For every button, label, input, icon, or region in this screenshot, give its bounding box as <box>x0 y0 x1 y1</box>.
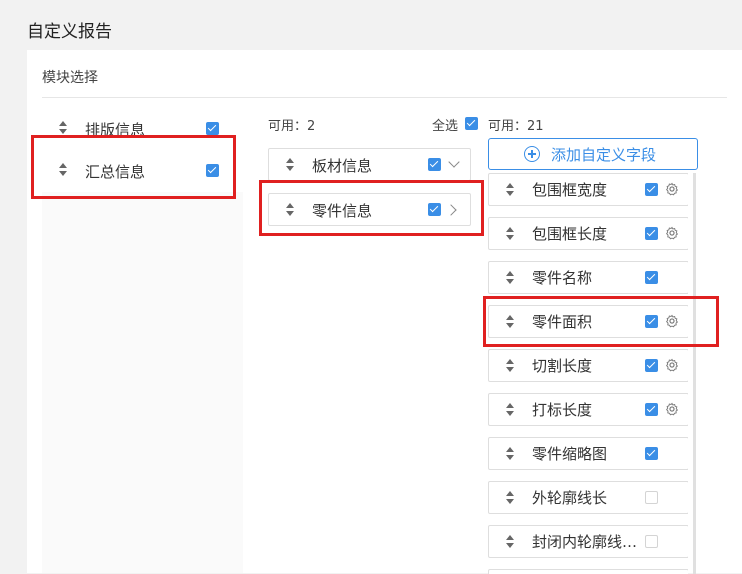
field-checkbox[interactable] <box>645 183 658 196</box>
gear-icon[interactable] <box>665 402 679 416</box>
field-checkbox[interactable] <box>645 491 658 504</box>
panel-title: 模块选择 <box>42 70 98 86</box>
field-checkbox[interactable] <box>645 535 658 548</box>
drag-handle-icon[interactable] <box>506 358 514 374</box>
field-item[interactable]: 零件名称 <box>488 261 688 294</box>
field-checkbox[interactable] <box>645 403 658 416</box>
fields-available-count: 可用：21 <box>488 119 544 134</box>
scrollbar[interactable] <box>693 173 696 574</box>
field-item[interactable]: 切割长度 <box>488 349 688 382</box>
drag-handle-icon[interactable] <box>506 402 514 418</box>
add-button-label: 添加自定义字段 <box>551 146 657 164</box>
field-label: 切割长度 <box>532 357 593 375</box>
field-item[interactable]: 包围框长度 <box>488 217 688 250</box>
plus-circle-icon <box>524 146 540 162</box>
module-checkbox[interactable] <box>206 122 219 135</box>
drag-handle-icon[interactable] <box>506 446 514 462</box>
field-item[interactable]: 打标长度 <box>488 393 688 426</box>
available-count: 可用：2 <box>268 119 316 134</box>
group-label: 板材信息 <box>312 157 373 175</box>
gear-icon[interactable] <box>665 358 679 372</box>
field-item[interactable]: 封闭内轮廓线… <box>488 525 688 558</box>
field-checkbox[interactable] <box>645 447 658 460</box>
page-title: 自定义报告 <box>27 22 112 42</box>
add-custom-field-button[interactable]: 添加自定义字段 <box>488 138 698 170</box>
field-label: 外轮廓线长 <box>532 489 608 507</box>
drag-handle-icon[interactable] <box>506 270 514 286</box>
field-label: 打标长度 <box>532 401 593 419</box>
divider <box>42 97 727 98</box>
select-all-checkbox[interactable] <box>465 117 478 130</box>
drag-handle-icon[interactable] <box>506 182 514 198</box>
drag-handle-icon[interactable] <box>286 157 294 173</box>
field-checkbox[interactable] <box>645 271 658 284</box>
highlight-box <box>31 135 236 199</box>
drag-handle-icon[interactable] <box>506 490 514 506</box>
field-label: 零件缩略图 <box>532 445 608 463</box>
select-all-label[interactable]: 全选 <box>432 115 458 134</box>
field-item[interactable]: 包围框宽度 <box>488 173 688 206</box>
field-item[interactable]: 零件缩略图 <box>488 437 688 470</box>
group-item-sheet[interactable]: 板材信息 <box>268 148 471 181</box>
gear-icon[interactable] <box>665 182 679 196</box>
field-checkbox[interactable] <box>645 227 658 240</box>
group-checkbox[interactable] <box>428 158 441 171</box>
gear-icon[interactable] <box>665 226 679 240</box>
field-label: 封闭内轮廓线… <box>532 533 638 551</box>
field-item[interactable]: 外轮廓线长 <box>488 481 688 514</box>
field-item[interactable] <box>488 569 688 574</box>
drag-handle-icon[interactable] <box>506 226 514 242</box>
drag-handle-icon[interactable] <box>506 534 514 550</box>
chevron-down-icon[interactable] <box>448 156 460 168</box>
field-label: 包围框宽度 <box>532 181 608 199</box>
field-list: 包围框宽度 包围框长度 零件名称 零件面积 切割长度 打标长度 零件缩略图 外轮… <box>488 173 688 574</box>
field-label: 零件名称 <box>532 269 593 287</box>
highlight-box <box>483 296 719 347</box>
drag-handle-icon[interactable] <box>59 120 67 136</box>
highlight-box <box>259 180 484 236</box>
field-label: 包围框长度 <box>532 225 608 243</box>
field-checkbox[interactable] <box>645 359 658 372</box>
